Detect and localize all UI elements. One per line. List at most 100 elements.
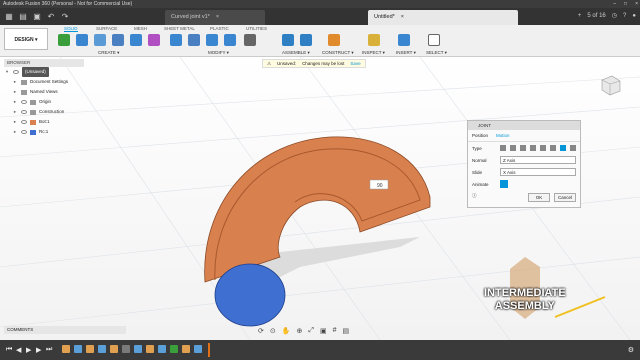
visibility-icon[interactable]: [21, 130, 27, 134]
visibility-icon[interactable]: [21, 120, 27, 124]
expand-icon[interactable]: ▸: [12, 107, 18, 117]
timeline-feature[interactable]: [98, 345, 106, 353]
file-icon[interactable]: ▤: [18, 12, 28, 22]
tab-sheet-metal[interactable]: SHEET METAL: [164, 26, 195, 31]
expand-icon[interactable]: ▸: [12, 127, 18, 137]
inspect-menu[interactable]: INSPECT ▾: [362, 50, 385, 56]
ball-joint-icon[interactable]: [560, 145, 566, 151]
offset-plane-icon[interactable]: [328, 34, 340, 46]
browser-item[interactable]: ▸ Construction: [4, 107, 84, 117]
viewports-icon[interactable]: ▤: [342, 327, 349, 335]
disc-part[interactable]: [214, 263, 286, 327]
undo-icon[interactable]: ↶: [46, 12, 56, 22]
play-icon[interactable]: ▶: [26, 346, 31, 354]
step-back-icon[interactable]: ◀: [16, 346, 21, 354]
timeline-feature[interactable]: [122, 345, 130, 353]
add-tab-icon[interactable]: +: [578, 10, 582, 22]
maximize-icon[interactable]: □: [624, 0, 627, 8]
assemble-menu[interactable]: ASSEMBLE ▾: [282, 50, 310, 56]
grid-settings-icon[interactable]: #: [333, 327, 337, 335]
timeline-feature[interactable]: [146, 345, 154, 353]
avatar[interactable]: ●: [632, 10, 636, 22]
save-button[interactable]: Save: [350, 60, 360, 67]
timeline-feature[interactable]: [158, 345, 166, 353]
close-icon[interactable]: ×: [635, 0, 638, 8]
fit-icon[interactable]: ⤢: [308, 327, 314, 335]
step-forward-icon[interactable]: ▶: [36, 346, 41, 354]
visibility-icon[interactable]: [13, 70, 19, 74]
select-icon[interactable]: [428, 34, 440, 46]
info-icon[interactable]: ⓘ: [472, 193, 477, 202]
timeline-marker[interactable]: [208, 343, 210, 357]
construct-menu[interactable]: CONSTRUCT ▾: [322, 50, 354, 56]
close-tab-icon[interactable]: ×: [216, 14, 219, 20]
document-tab-curved-joint[interactable]: Curved joint v1* ×: [165, 10, 265, 25]
zoom-icon[interactable]: ⊕: [296, 327, 302, 335]
measure-icon[interactable]: [368, 34, 380, 46]
planar-joint-icon[interactable]: [550, 145, 556, 151]
collapse-icon[interactable]: ▾: [4, 67, 10, 77]
browser-item[interactable]: ▸ Origin: [4, 97, 84, 107]
normal-dropdown[interactable]: Z Axis: [500, 156, 576, 164]
browser-item[interactable]: ▸ Rc:1: [4, 127, 84, 137]
animate-icon[interactable]: [500, 180, 508, 188]
visibility-icon[interactable]: [21, 100, 27, 104]
revolute-joint-icon[interactable]: [510, 145, 516, 151]
minimize-icon[interactable]: –: [613, 0, 616, 8]
shell-icon[interactable]: [224, 34, 236, 46]
tab-position[interactable]: Position: [472, 133, 488, 138]
timeline-feature[interactable]: [134, 345, 142, 353]
create-menu[interactable]: CREATE ▾: [98, 50, 119, 56]
expand-icon[interactable]: ▸: [12, 87, 18, 97]
fillet-icon[interactable]: [188, 34, 200, 46]
ok-button[interactable]: OK: [528, 193, 550, 202]
expand-icon[interactable]: ▸: [12, 97, 18, 107]
save-icon[interactable]: ▣: [32, 12, 42, 22]
box-icon[interactable]: [148, 34, 160, 46]
timeline-feature[interactable]: [74, 345, 82, 353]
chamfer-icon[interactable]: [206, 34, 218, 46]
expand-icon[interactable]: ▸: [12, 117, 18, 127]
help-icon[interactable]: ?: [623, 10, 626, 22]
tab-motion[interactable]: Motion: [496, 133, 510, 138]
close-tab-icon[interactable]: ×: [401, 14, 404, 20]
tab-utilities[interactable]: UTILITIES: [246, 26, 267, 31]
new-component-icon[interactable]: [58, 34, 70, 46]
sweep-icon[interactable]: [112, 34, 124, 46]
display-settings-icon[interactable]: ▣: [320, 327, 327, 335]
cylindrical-joint-icon[interactable]: [530, 145, 536, 151]
browser-item[interactable]: ▸ Document Settings: [4, 77, 84, 87]
view-cube[interactable]: [598, 73, 622, 97]
notifications-icon[interactable]: ◷: [612, 10, 617, 22]
press-pull-icon[interactable]: [170, 34, 182, 46]
extrude-icon[interactable]: [76, 34, 88, 46]
loft-icon[interactable]: [130, 34, 142, 46]
timeline-feature[interactable]: [182, 345, 190, 353]
revolve-icon[interactable]: [94, 34, 106, 46]
go-to-start-icon[interactable]: ⏮: [6, 346, 12, 354]
apps-grid-icon[interactable]: ▦: [4, 12, 14, 22]
rigid-joint-icon[interactable]: [500, 145, 506, 151]
insert-icon[interactable]: [398, 34, 410, 46]
tab-surface[interactable]: SURFACE: [96, 26, 117, 31]
timeline-feature[interactable]: [86, 345, 94, 353]
expand-icon[interactable]: ▸: [12, 77, 18, 87]
timeline-feature[interactable]: [62, 345, 70, 353]
browser-item[interactable]: ▸ Bot:1: [4, 117, 84, 127]
cancel-button[interactable]: Cancel: [554, 193, 576, 202]
more-joint-icon[interactable]: [570, 145, 576, 151]
tab-solid[interactable]: SOLID: [64, 26, 78, 32]
tab-mesh[interactable]: MESH: [134, 26, 147, 31]
slider-joint-icon[interactable]: [520, 145, 526, 151]
joint-icon[interactable]: [282, 34, 294, 46]
pin-slot-joint-icon[interactable]: [540, 145, 546, 151]
timeline-feature[interactable]: [194, 345, 202, 353]
go-to-end-icon[interactable]: ⏭: [46, 346, 52, 354]
tab-plastic[interactable]: PLASTIC: [210, 26, 229, 31]
as-built-joint-icon[interactable]: [300, 34, 312, 46]
slide-dropdown[interactable]: X Axis: [500, 168, 576, 176]
document-tab-untitled[interactable]: Untitled* ×: [368, 10, 518, 25]
browser-root[interactable]: ▾ (Unsaved): [4, 67, 84, 77]
timeline-settings-icon[interactable]: ⚙: [628, 346, 634, 354]
timeline-feature[interactable]: [170, 345, 178, 353]
